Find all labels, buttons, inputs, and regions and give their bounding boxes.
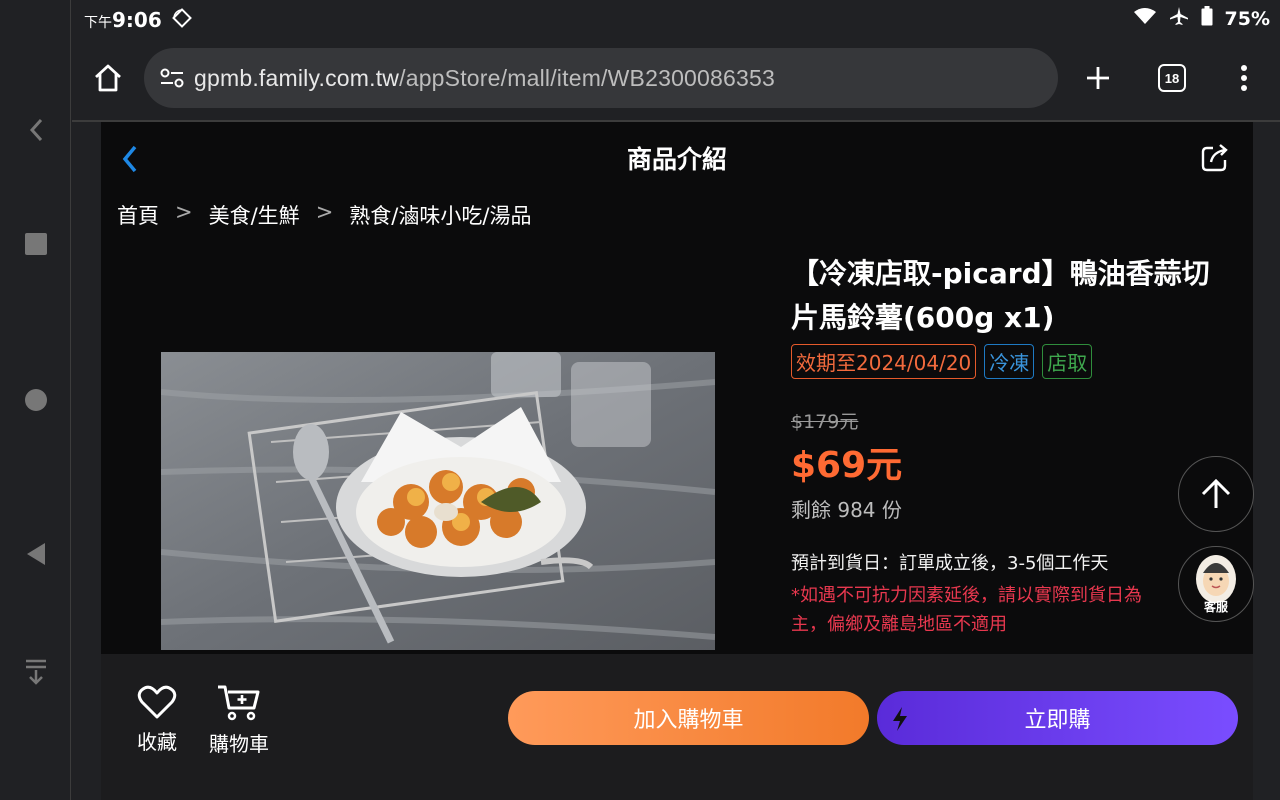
- buy-now-button[interactable]: 立即購: [877, 691, 1238, 745]
- auto-rotate-icon: [172, 8, 192, 33]
- bottom-action-bar: 收藏 購物車 加入購物車 立即購: [101, 654, 1253, 800]
- expiry-tag: 效期至2024/04/20: [791, 344, 977, 379]
- wifi-icon: [1133, 7, 1157, 30]
- keyboard-dismiss-icon[interactable]: [20, 656, 52, 688]
- sale-price: $69元: [791, 445, 903, 486]
- collapse-chevron-icon[interactable]: [20, 114, 52, 146]
- stock-remaining: 剩餘 984 份: [791, 498, 902, 522]
- breadcrumb-separator: >: [175, 200, 193, 224]
- battery-percent: 75%: [1224, 7, 1270, 30]
- favorite-button[interactable]: 收藏: [131, 684, 183, 755]
- frozen-tag: 冷凍: [984, 344, 1035, 379]
- product-name: 【冷凍店取-picard】鴨油香蒜切片馬鈴薯(600g x1): [791, 257, 1210, 334]
- customer-service-button[interactable]: 客服: [1178, 546, 1254, 622]
- address-bar[interactable]: gpmb.family.com.tw/appStore/mall/item/WB…: [144, 48, 1058, 108]
- share-icon[interactable]: [1199, 142, 1231, 174]
- cart-add-icon: [218, 685, 260, 721]
- home-icon[interactable]: [92, 62, 124, 94]
- product-image[interactable]: [161, 352, 715, 650]
- breadcrumb-home[interactable]: 首頁: [117, 200, 159, 230]
- site-settings-icon[interactable]: [158, 64, 186, 92]
- recents-square-icon[interactable]: [20, 228, 52, 260]
- cs-label: 客服: [1203, 600, 1228, 614]
- status-bar: 下午9:06 75%: [72, 0, 1280, 38]
- tab-switcher-button[interactable]: 18: [1156, 62, 1188, 94]
- delivery-notice: *如遇不可抗力因素延後，請以實際到貨日為主，偏鄉及離島地區不適用: [791, 585, 1142, 635]
- lightning-icon: [893, 707, 907, 731]
- back-triangle-icon[interactable]: [20, 538, 52, 570]
- page-header: 商品介紹: [101, 122, 1253, 194]
- delivery-estimate: 預計到貨日：訂單成立後，3-5個工作天: [791, 553, 1109, 574]
- home-circle-icon[interactable]: [20, 384, 52, 416]
- breadcrumb-deli[interactable]: 熟食/滷味小吃/湯品: [349, 200, 531, 230]
- arrow-up-icon: [1201, 478, 1231, 508]
- heart-icon: [137, 685, 177, 719]
- cart-button[interactable]: 購物車: [205, 684, 273, 757]
- system-nav-rail: [0, 0, 71, 800]
- url-text[interactable]: gpmb.family.com.tw/appStore/mall/item/WB…: [194, 65, 775, 92]
- scroll-to-top-button[interactable]: [1178, 456, 1254, 532]
- original-price: $179元: [791, 411, 859, 433]
- battery-icon: [1201, 6, 1213, 31]
- airplane-icon: [1169, 6, 1189, 31]
- breadcrumb-food[interactable]: 美食/生鮮: [209, 200, 300, 230]
- product-tags: 效期至2024/04/20 冷凍 店取: [791, 344, 1231, 379]
- favorite-label: 收藏: [137, 730, 177, 754]
- buy-now-label: 立即購: [1024, 708, 1091, 733]
- breadcrumb: 首頁 > 美食/生鮮 > 熟食/滷味小吃/湯品: [117, 200, 531, 230]
- add-to-cart-button[interactable]: 加入購物車: [508, 691, 869, 745]
- browser-toolbar: gpmb.family.com.tw/appStore/mall/item/WB…: [72, 38, 1280, 122]
- page-title: 商品介紹: [626, 145, 727, 174]
- breadcrumb-separator: >: [315, 200, 334, 224]
- more-menu-icon[interactable]: [1228, 62, 1260, 94]
- product-info: 【冷凍店取-picard】鴨油香蒜切片馬鈴薯(600g x1) 效期至2024/…: [791, 252, 1231, 639]
- pickup-tag: 店取: [1042, 344, 1093, 379]
- cart-label: 購物車: [209, 732, 269, 756]
- clock: 下午9:06: [84, 8, 162, 32]
- tab-count: 18: [1158, 64, 1186, 92]
- new-tab-plus-icon[interactable]: [1082, 62, 1114, 94]
